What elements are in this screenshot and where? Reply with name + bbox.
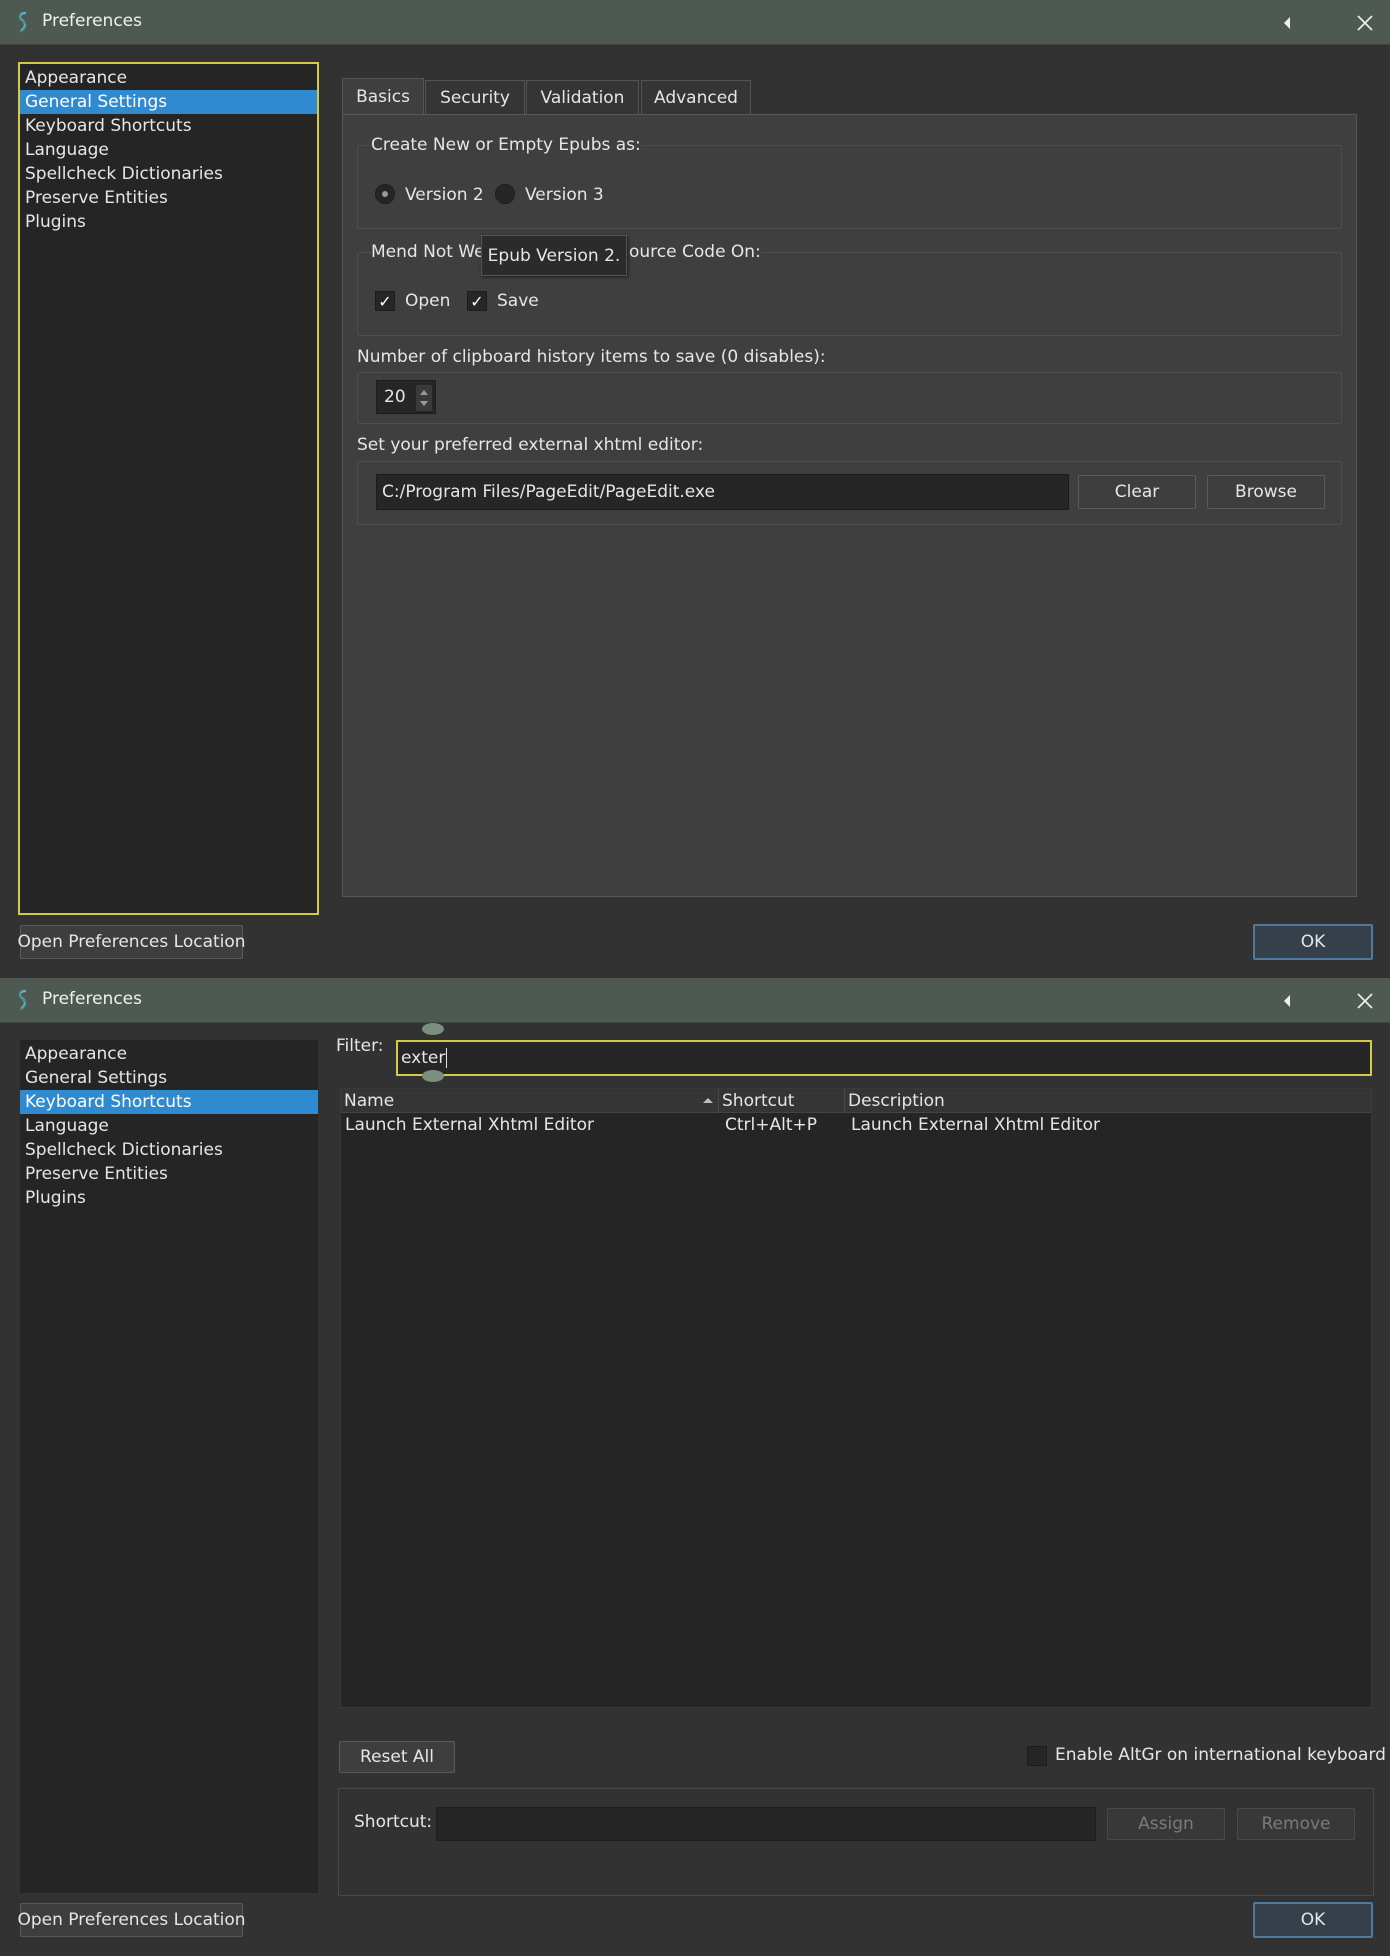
table-header: Name Shortcut Description: [341, 1089, 1371, 1113]
preferences-window-general: Preferences Appearance General Settings …: [0, 0, 1390, 978]
filter-label: Filter:: [336, 1036, 384, 1056]
column-header-description[interactable]: Description: [845, 1089, 1371, 1113]
preferences-window-shortcuts: Preferences Appearance General Settings …: [0, 978, 1390, 1956]
reset-all-button[interactable]: Reset All: [339, 1741, 455, 1773]
sidebar-item-language[interactable]: Language: [20, 1114, 318, 1138]
sidebar-item-plugins[interactable]: Plugins: [20, 1186, 318, 1210]
sidebar-item-spellcheck-dictionaries[interactable]: Spellcheck Dictionaries: [20, 1138, 318, 1162]
version3-label[interactable]: Version 3: [525, 185, 604, 205]
sidebar-item-spellcheck-dictionaries[interactable]: Spellcheck Dictionaries: [20, 162, 317, 186]
clear-button[interactable]: Clear: [1078, 475, 1196, 509]
column-header-shortcut[interactable]: Shortcut: [719, 1089, 845, 1113]
category-list[interactable]: Appearance General Settings Keyboard Sho…: [20, 1040, 318, 1893]
sidebar-item-language[interactable]: Language: [20, 138, 317, 162]
ok-button[interactable]: OK: [1253, 924, 1373, 960]
titlebar: Preferences: [0, 978, 1390, 1023]
clipboard-history-spinbox[interactable]: 20: [376, 380, 436, 414]
sidebar-item-general-settings[interactable]: General Settings: [20, 90, 317, 114]
filter-input-value: exter: [401, 1048, 446, 1068]
tab-security[interactable]: Security: [425, 80, 525, 114]
shortcut-label: Shortcut:: [354, 1812, 433, 1832]
save-label[interactable]: Save: [497, 291, 539, 311]
external-editor-label: Set your preferred external xhtml editor…: [357, 435, 704, 455]
save-checkbox[interactable]: ✓: [467, 291, 487, 311]
row-shortcut-cell: Ctrl+Alt+P: [725, 1115, 818, 1135]
window-title: Preferences: [42, 989, 142, 1009]
spin-arrows[interactable]: [416, 385, 432, 411]
version2-radio[interactable]: [375, 184, 395, 204]
version-tooltip: Epub Version 2.: [481, 235, 627, 276]
column-header-name-label: Name: [344, 1091, 395, 1111]
back-button[interactable]: [1272, 8, 1302, 38]
assign-button[interactable]: Assign: [1107, 1808, 1225, 1840]
row-name-cell: Launch External Xhtml Editor: [345, 1115, 594, 1135]
selection-handle-top[interactable]: [422, 1023, 444, 1035]
shortcuts-table[interactable]: Name Shortcut Description Launch Externa…: [340, 1088, 1372, 1708]
close-icon: [1357, 993, 1373, 1009]
sort-ascending-icon: [703, 1098, 713, 1103]
sidebar-item-appearance[interactable]: Appearance: [20, 66, 317, 90]
altgr-label[interactable]: Enable AltGr on international keyboard: [1055, 1745, 1386, 1765]
open-preferences-location-button[interactable]: Open Preferences Location: [17, 925, 246, 959]
tab-basics[interactable]: Basics: [342, 78, 424, 115]
column-header-name[interactable]: Name: [341, 1089, 719, 1113]
text-caret: [446, 1048, 448, 1068]
clipboard-group: [357, 372, 1342, 424]
shortcut-input[interactable]: [436, 1807, 1096, 1841]
sidebar-item-keyboard-shortcuts[interactable]: Keyboard Shortcuts: [20, 114, 317, 138]
open-label[interactable]: Open: [405, 291, 450, 311]
close-button[interactable]: [1350, 8, 1380, 38]
mend-group-label-end: ource Code On:: [629, 242, 761, 262]
version3-radio[interactable]: [495, 184, 515, 204]
tab-validation[interactable]: Validation: [526, 80, 639, 114]
browse-button[interactable]: Browse: [1207, 475, 1325, 509]
external-editor-path-field[interactable]: C:/Program Files/PageEdit/PageEdit.exe: [376, 474, 1069, 510]
back-button[interactable]: [1272, 986, 1302, 1016]
caret-left-icon: [1284, 995, 1290, 1007]
sidebar-item-preserve-entities[interactable]: Preserve Entities: [20, 1162, 318, 1186]
filter-input[interactable]: exter: [396, 1040, 1372, 1076]
sidebar-item-appearance[interactable]: Appearance: [20, 1042, 318, 1066]
open-checkbox[interactable]: ✓: [375, 291, 395, 311]
row-description-cell: Launch External Xhtml Editor: [851, 1115, 1100, 1135]
table-row[interactable]: Launch External Xhtml Editor Ctrl+Alt+P …: [341, 1113, 1371, 1137]
ok-button[interactable]: OK: [1253, 1902, 1373, 1938]
clipboard-history-label: Number of clipboard history items to sav…: [357, 347, 826, 367]
shortcut-edit-group: [338, 1788, 1374, 1896]
mend-group-label-start: Mend Not We: [371, 242, 485, 262]
window-title: Preferences: [42, 11, 142, 31]
spin-up-down-icon: [420, 390, 428, 406]
category-list[interactable]: Appearance General Settings Keyboard Sho…: [18, 62, 319, 915]
sidebar-item-keyboard-shortcuts[interactable]: Keyboard Shortcuts: [20, 1090, 318, 1114]
sidebar-item-preserve-entities[interactable]: Preserve Entities: [20, 186, 317, 210]
basics-tab-pane: Create New or Empty Epubs as: Version 2 …: [342, 114, 1357, 897]
create-epub-group-label: Create New or Empty Epubs as:: [371, 135, 641, 155]
clipboard-history-value: 20: [384, 387, 406, 407]
close-icon: [1357, 15, 1373, 31]
selection-handle-bottom[interactable]: [422, 1070, 444, 1082]
version2-label[interactable]: Version 2: [405, 185, 484, 205]
remove-button[interactable]: Remove: [1237, 1808, 1355, 1840]
close-button[interactable]: [1350, 986, 1380, 1016]
altgr-checkbox[interactable]: [1027, 1746, 1047, 1766]
caret-left-icon: [1284, 17, 1290, 29]
sigil-app-icon: [18, 989, 27, 1011]
sidebar-item-general-settings[interactable]: General Settings: [20, 1066, 318, 1090]
sigil-app-icon: [18, 11, 27, 33]
sidebar-item-plugins[interactable]: Plugins: [20, 210, 317, 234]
tab-advanced[interactable]: Advanced: [641, 80, 751, 114]
open-preferences-location-button[interactable]: Open Preferences Location: [17, 1903, 246, 1937]
titlebar: Preferences: [0, 0, 1390, 45]
